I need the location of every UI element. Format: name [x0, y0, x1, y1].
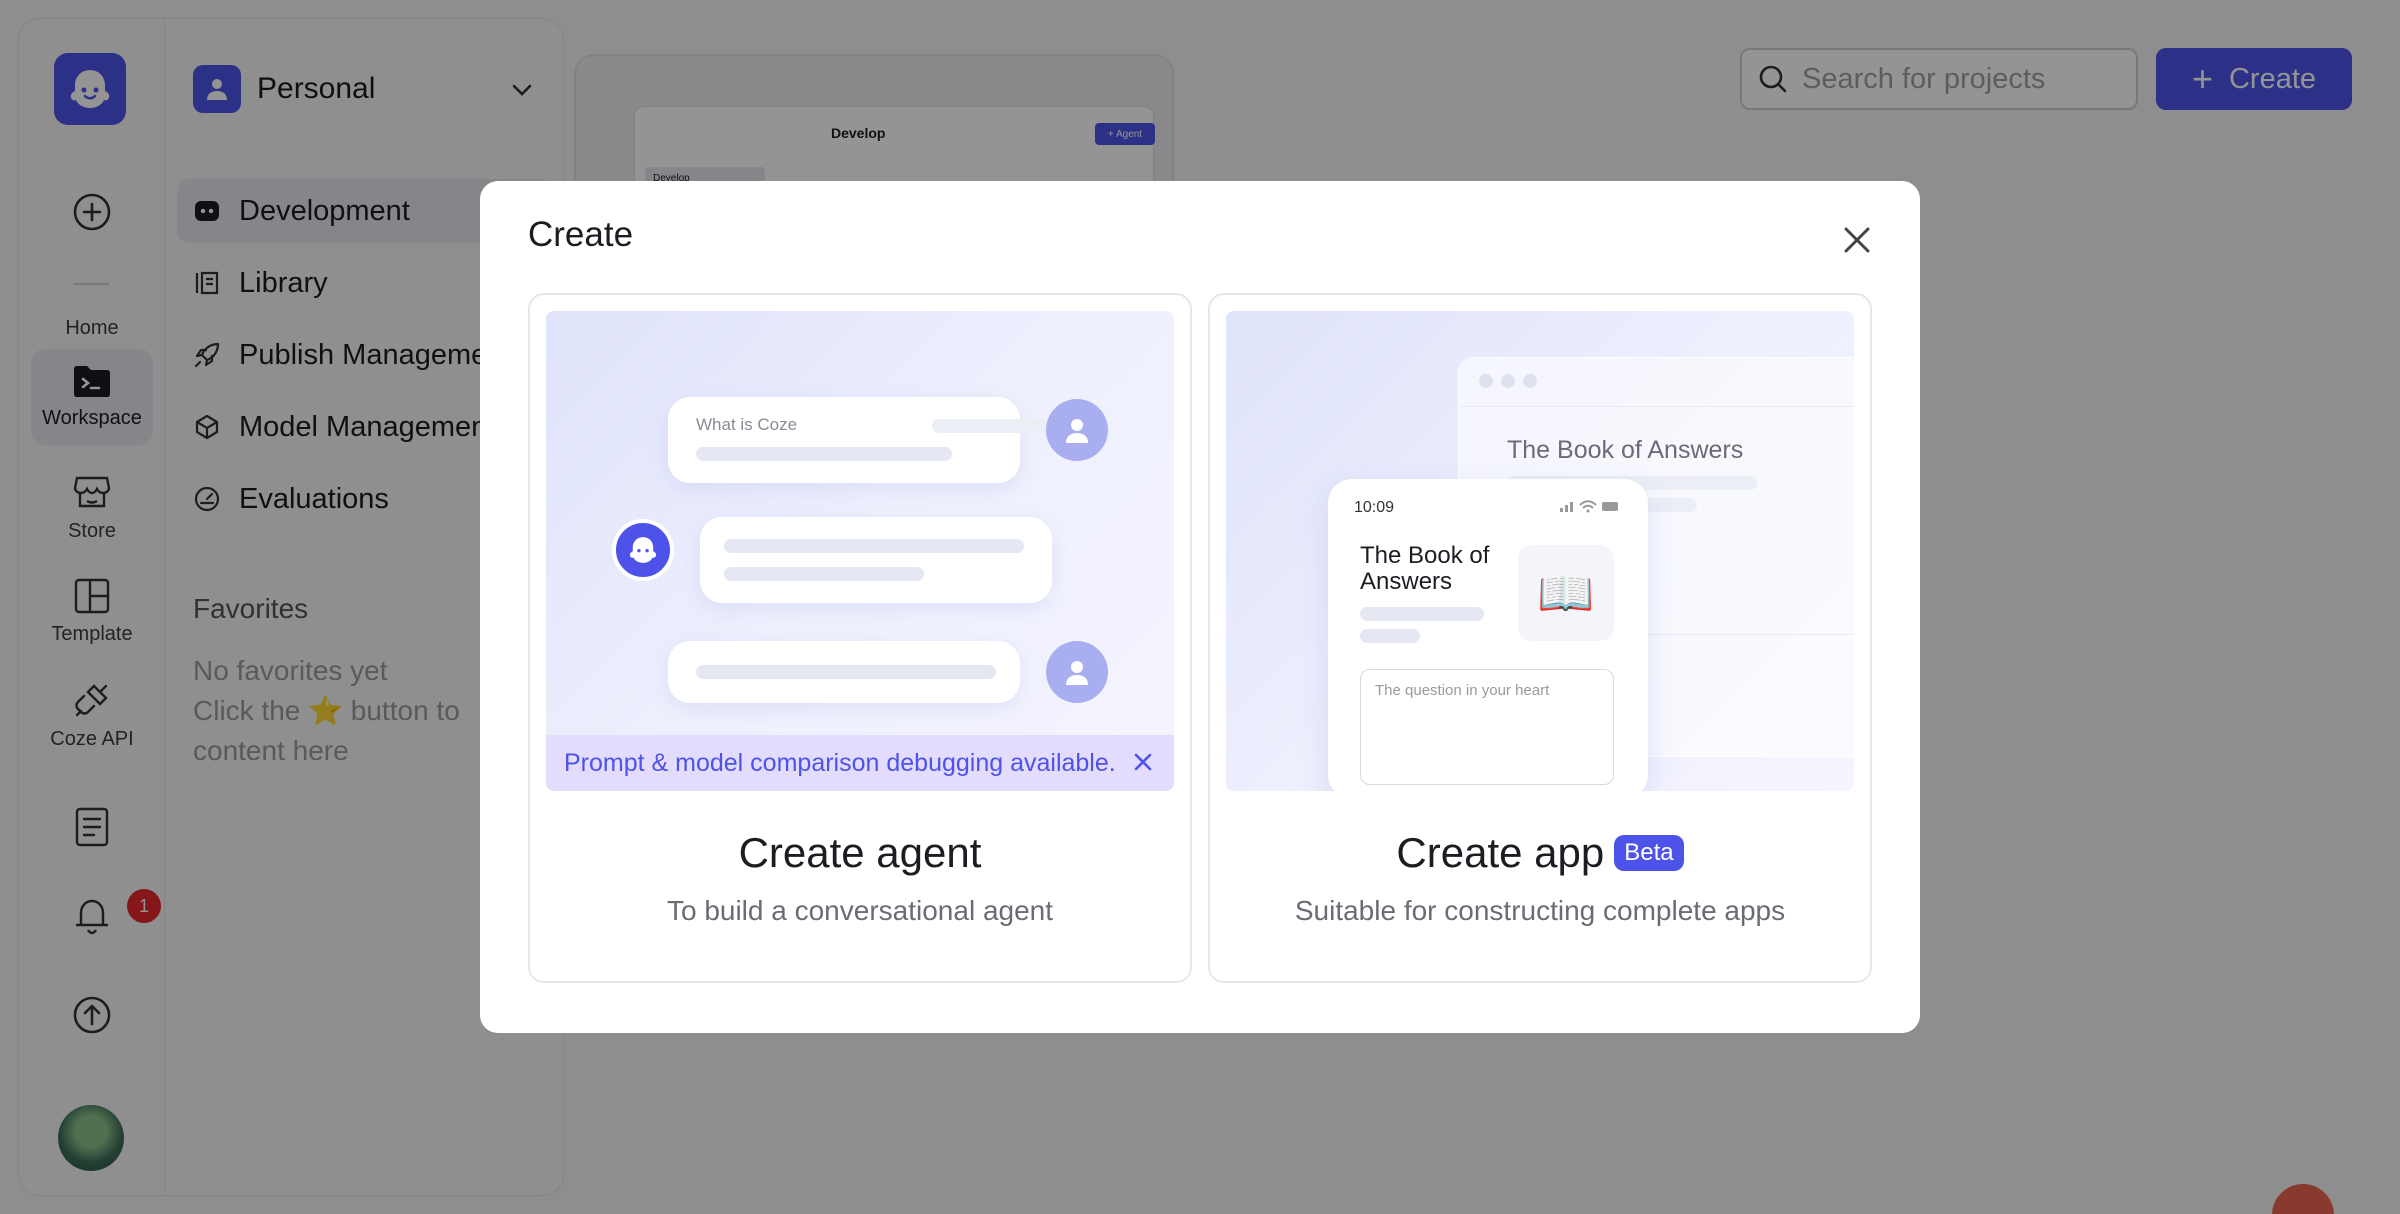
create-app-title-text: Create app	[1396, 829, 1605, 876]
user-avatar-icon	[1046, 399, 1108, 461]
debug-tip-banner: Prompt & model comparison debugging avai…	[546, 735, 1174, 791]
bot-avatar-icon	[612, 519, 674, 581]
agent-illustration: What is Coze Prompt & model comparison d…	[546, 311, 1174, 791]
create-app-card[interactable]: The Book of Answers 10:09 The Book of An…	[1208, 293, 1872, 983]
phone-title: The Book of Answers	[1360, 542, 1490, 595]
debug-tip-text: Prompt & model comparison debugging avai…	[564, 748, 1116, 777]
create-app-title: Create app Beta	[1210, 829, 1870, 877]
create-agent-subtitle: To build a conversational agent	[666, 895, 1054, 926]
chat-bubble-user: What is Coze	[668, 397, 1062, 483]
close-icon	[1844, 227, 1870, 253]
user-avatar-icon-2	[1046, 641, 1108, 703]
beta-badge: Beta	[1614, 835, 1684, 871]
book-icon: 📖	[1518, 545, 1614, 641]
create-agent-card[interactable]: What is Coze Prompt & model comparison d…	[528, 293, 1192, 983]
app-illustration: The Book of Answers 10:09 The Book of An…	[1226, 311, 1854, 791]
create-agent-title-text: Create agent	[738, 829, 982, 876]
create-modal: Create What is Coze Prompt & model compa…	[480, 181, 1920, 1033]
chat-bubble-bot	[700, 517, 1052, 603]
close-button[interactable]	[1836, 219, 1878, 261]
phone-preview: 10:09 The Book of Answers 📖 The question…	[1328, 479, 1648, 791]
modal-title: Create	[528, 215, 634, 254]
tip-close-icon[interactable]	[1130, 749, 1156, 775]
create-app-subtitle: Suitable for constructing complete apps	[1294, 895, 1786, 926]
phone-status-icons	[1560, 500, 1618, 513]
phone-question-input: The question in your heart	[1360, 669, 1614, 785]
phone-time: 10:09	[1354, 499, 1395, 516]
create-agent-title: Create agent	[530, 829, 1190, 877]
window-title: The Book of Answers	[1507, 436, 1744, 464]
chat-bubble-user-2	[668, 641, 1020, 703]
chat-prompt-text: What is Coze	[696, 415, 798, 434]
